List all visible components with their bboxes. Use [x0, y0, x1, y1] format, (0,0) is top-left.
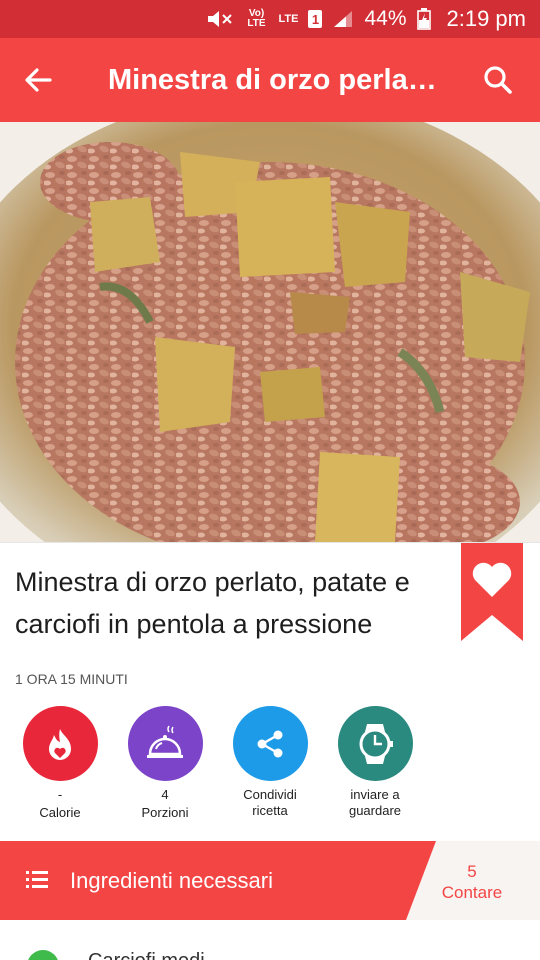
favorite-bookmark[interactable]: [461, 543, 523, 641]
search-button[interactable]: [482, 64, 514, 96]
ingredients-header[interactable]: Ingredienti necessari 5 Contare: [0, 841, 540, 920]
cloche-icon: [147, 725, 183, 758]
volte-icon: Vo) LTE: [245, 9, 269, 29]
battery-percent: 44%: [364, 7, 407, 30]
share-label-line2: ricetta: [252, 803, 288, 818]
send-to-watch-action[interactable]: inviare a guardare: [320, 706, 430, 819]
action-row: - Calorie 4 Porzioni Condividi ricetta i…: [0, 706, 540, 826]
watch-label-line2: guardare: [348, 803, 402, 818]
ingredients-count-label: Contare: [441, 883, 503, 902]
share-circle: [232, 706, 308, 781]
ingredient-list-item[interactable]: Carciofi medi: [0, 920, 540, 960]
status-bar-right: Vo) LTE LTE 1 44% 2:19 pm: [205, 0, 527, 38]
servings-label: Porzioni: [141, 805, 189, 820]
calories-label: Calorie: [39, 805, 81, 820]
arrow-back-icon: [25, 68, 52, 92]
watch-label-line1: inviare a: [350, 787, 400, 802]
watch-icon: [359, 723, 393, 764]
battery-icon: [416, 8, 431, 30]
share-icon: [257, 730, 283, 757]
lte-label: LTE: [278, 13, 299, 25]
app-bar-title: Minestra di orzo perlat…: [108, 64, 438, 96]
watch-circle: [337, 706, 413, 781]
list-icon: [26, 871, 48, 888]
signal-icon: [332, 9, 354, 29]
flame-icon: [49, 728, 71, 760]
servings-action[interactable]: 4 Porzioni: [110, 706, 220, 821]
ingredient-name: Carciofi medi: [88, 950, 205, 960]
mute-icon: [205, 8, 235, 30]
sim-icon: 1: [308, 10, 323, 28]
back-button[interactable]: [18, 60, 58, 100]
calories-circle: [22, 706, 98, 781]
share-action[interactable]: Condividi ricetta: [215, 706, 325, 819]
servings-circle: [127, 706, 203, 781]
servings-value: 4: [161, 787, 169, 802]
recipe-photo: [0, 122, 540, 542]
recipe-title: Minestra di orzo perlato, patate e carci…: [15, 567, 410, 639]
volte-label: Vo) LTE: [247, 8, 266, 29]
recipe-card: Minestra di orzo perlato, patate e carci…: [0, 542, 540, 843]
ingredients-count-value: 5: [467, 862, 477, 881]
recipe-duration: 1 ORA 15 MINUTI: [15, 671, 128, 687]
ingredients-count: 5 Contare: [430, 861, 514, 903]
check-icon: [27, 950, 59, 960]
lte-icon: LTE: [279, 13, 299, 25]
ingredients-label: Ingredienti necessari: [70, 868, 274, 893]
share-label-line1: Condividi: [243, 787, 297, 802]
search-icon: [484, 66, 512, 94]
sim-label: 1: [311, 11, 320, 27]
calories-action[interactable]: - Calorie: [5, 706, 115, 821]
clock: 2:19 pm: [446, 6, 527, 31]
calories-value: -: [57, 787, 63, 802]
status-bar: Vo) LTE LTE 1 44% 2:19 pm: [0, 0, 540, 38]
app-bar: Minestra di orzo perlat…: [0, 38, 540, 122]
